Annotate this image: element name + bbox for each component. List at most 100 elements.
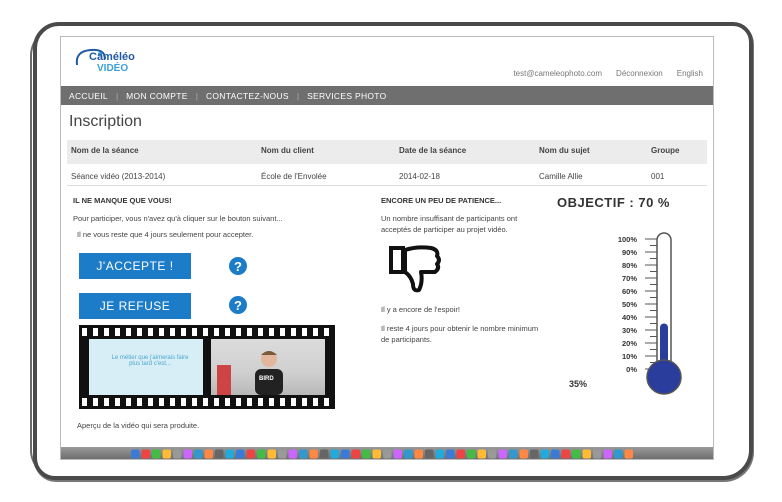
- dock-app-icon[interactable]: [204, 449, 214, 459]
- film-holes-top: [79, 328, 335, 336]
- nav-accueil[interactable]: ACCUEIL: [61, 91, 116, 101]
- dock-app-icon[interactable]: [267, 449, 277, 459]
- dock-app-icon[interactable]: [372, 449, 382, 459]
- cell-group: 001: [651, 172, 665, 181]
- dock-app-icon[interactable]: [509, 449, 518, 459]
- dock-app-icon[interactable]: [183, 449, 193, 459]
- dock-app-icon[interactable]: [141, 449, 151, 459]
- dock-app-icon[interactable]: [225, 449, 235, 459]
- account-email-link[interactable]: test@cameleophoto.com: [513, 69, 602, 78]
- logo-text-cameleo: Caméléo: [89, 51, 135, 63]
- dock-app-icon[interactable]: [582, 449, 592, 459]
- refuse-help-icon[interactable]: ?: [229, 296, 247, 314]
- nav-services-photo[interactable]: SERVICES PHOTO: [299, 91, 394, 101]
- dock-app-icon[interactable]: [456, 449, 466, 459]
- cell-date: 2014-02-18: [399, 172, 440, 181]
- dock-app-icon[interactable]: [236, 449, 245, 459]
- scale-label: 80%: [621, 261, 637, 270]
- page-title: Inscription: [69, 113, 142, 130]
- dock-app-icon[interactable]: [383, 449, 392, 459]
- dock-app-icon[interactable]: [278, 449, 287, 459]
- dock-app-icon[interactable]: [624, 449, 634, 459]
- dock-app-icon[interactable]: [551, 449, 560, 459]
- nav-contactez-nous[interactable]: CONTACTEZ-NOUS: [198, 91, 297, 101]
- dock-app-icon[interactable]: [393, 449, 403, 459]
- logout-link[interactable]: Déconnexion: [616, 69, 663, 78]
- left-section-title: IL NE MANQUE QUE VOUS!: [73, 196, 172, 205]
- dock-app-icon[interactable]: [257, 449, 266, 459]
- dock-app-icon[interactable]: [162, 449, 172, 459]
- preview-caption: Aperçu de la vidéo qui sera produite.: [77, 421, 200, 430]
- thermometer-bulb: [646, 359, 682, 395]
- refuse-button[interactable]: JE REFUSE: [79, 293, 191, 319]
- dock-app-icon[interactable]: [435, 449, 445, 459]
- dock-app-icon[interactable]: [309, 449, 319, 459]
- dock-app-icon[interactable]: [152, 449, 161, 459]
- scale-label: 20%: [621, 339, 637, 348]
- dock-icons: [131, 449, 634, 459]
- dock-app-icon[interactable]: [425, 449, 434, 459]
- dock-app-icon[interactable]: [519, 449, 529, 459]
- dock-app-icon[interactable]: [572, 449, 581, 459]
- dock-app-icon[interactable]: [561, 449, 571, 459]
- dock-app-icon[interactable]: [131, 449, 140, 459]
- dock-app-icon[interactable]: [603, 449, 613, 459]
- scale-label: 70%: [621, 274, 637, 283]
- thermometer-gauge: [645, 232, 682, 395]
- dock-app-icon[interactable]: [540, 449, 550, 459]
- dock-app-icon[interactable]: [288, 449, 298, 459]
- dock-app-icon[interactable]: [299, 449, 308, 459]
- student-photo-icon: [255, 351, 283, 395]
- cell-client: École de l'Envolée: [261, 172, 327, 181]
- accept-help-icon[interactable]: ?: [229, 257, 247, 275]
- scale-label: 50%: [621, 300, 637, 309]
- dock-app-icon[interactable]: [467, 449, 476, 459]
- dock-app-icon[interactable]: [477, 449, 487, 459]
- dock-app-icon[interactable]: [194, 449, 203, 459]
- site-header: Caméléo VIDÉO test@cameleophoto.com Déco…: [61, 37, 713, 85]
- logo[interactable]: Caméléo VIDÉO: [71, 45, 141, 79]
- dock-app-icon[interactable]: [530, 449, 539, 459]
- dock-app-icon[interactable]: [446, 449, 455, 459]
- dock-app-icon[interactable]: [593, 449, 602, 459]
- film-frame-caption: Le métier que j'aimerais faire plus tard…: [111, 355, 189, 367]
- col-header-date: Date de la séance: [399, 146, 467, 155]
- dock-app-icon[interactable]: [173, 449, 182, 459]
- left-text-1: Pour participer, vous n'avez qu'à clique…: [73, 214, 283, 223]
- thermometer-scale: 100% 90% 80% 70% 60% 50% 40% 30% 20% 10%…: [609, 233, 637, 376]
- dock-app-icon[interactable]: [246, 449, 256, 459]
- video-preview-filmstrip[interactable]: Le métier que j'aimerais faire plus tard…: [79, 325, 335, 409]
- film-frame-video: BIRD: [211, 339, 325, 395]
- thumbs-down-icon: [389, 245, 441, 293]
- nav-mon-compte[interactable]: MON COMPTE: [118, 91, 196, 101]
- language-link[interactable]: English: [677, 69, 703, 78]
- dock-app-icon[interactable]: [488, 449, 497, 459]
- dock-app-icon[interactable]: [341, 449, 350, 459]
- cell-session: Séance vidéo (2013-2014): [71, 172, 166, 181]
- dock-app-icon[interactable]: [362, 449, 371, 459]
- main-nav: ACCUEIL | MON COMPTE | CONTACTEZ-NOUS | …: [61, 86, 713, 105]
- film-holes-bottom: [79, 398, 335, 406]
- col-header-group: Groupe: [651, 146, 680, 155]
- dock-app-icon[interactable]: [351, 449, 361, 459]
- col-header-session: Nom de la séance: [71, 146, 139, 155]
- dock-app-icon[interactable]: [320, 449, 329, 459]
- col-header-client: Nom du client: [261, 146, 314, 155]
- dock-app-icon[interactable]: [498, 449, 508, 459]
- cell-subject: Camille Allie: [539, 172, 583, 181]
- middle-text-1: Un nombre insuffisant de participants on…: [381, 214, 518, 223]
- shirt-text: BIRD: [259, 376, 274, 382]
- os-dock: [61, 447, 713, 459]
- dock-app-icon[interactable]: [614, 449, 623, 459]
- scale-label: 10%: [621, 352, 637, 361]
- dock-app-icon[interactable]: [404, 449, 413, 459]
- accept-button[interactable]: J'ACCEPTE !: [79, 253, 191, 279]
- middle-section-title: ENCORE UN PEU DE PATIENCE...: [381, 196, 502, 205]
- background-child: [217, 365, 231, 395]
- dock-app-icon[interactable]: [215, 449, 224, 459]
- dock-app-icon[interactable]: [414, 449, 424, 459]
- hope-text: Il y a encore de l'espoir!: [381, 305, 460, 314]
- dock-app-icon[interactable]: [330, 449, 340, 459]
- browser-screen: Caméléo VIDÉO test@cameleophoto.com Déco…: [60, 36, 714, 460]
- objective-label: OBJECTIF : 70 %: [557, 195, 670, 210]
